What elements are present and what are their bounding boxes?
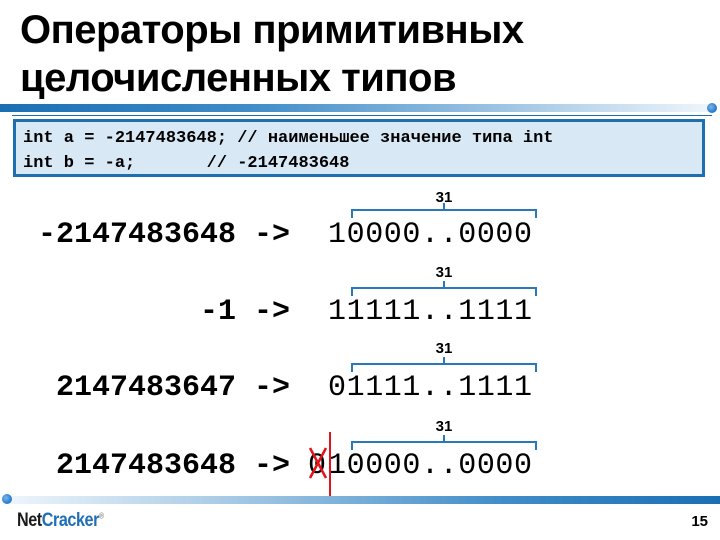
- strike-x-icon: [308, 447, 328, 479]
- slide-title: Операторы примитивных целочисленных типо…: [20, 6, 710, 102]
- overflow-cut-line: [329, 432, 331, 496]
- bit-brace: [351, 203, 537, 218]
- code-line-1: int a = -2147483648; // наименьшее значе…: [23, 129, 554, 148]
- decimal-value: 2147483648 ->: [55, 449, 290, 483]
- decimal-value: 2147483647 ->: [55, 371, 290, 405]
- binary-value: 10000..0000: [328, 449, 533, 483]
- header-divider: [12, 115, 712, 116]
- decimal-value: -1 ->: [199, 295, 290, 329]
- decimal-value: -2147483648 ->: [37, 218, 290, 252]
- decorative-dot-top-right: [707, 103, 717, 113]
- bit-count-label: 31: [435, 418, 453, 435]
- code-line-2: int b = -a; // -2147483648: [23, 154, 350, 173]
- decorative-dot-bottom-left: [2, 494, 12, 504]
- logo-cracker: Cracker: [41, 510, 100, 531]
- page-number: 15: [691, 513, 708, 530]
- title-line-2: целочисленных типов: [20, 56, 457, 100]
- binary-value: 01111..1111: [328, 371, 533, 405]
- binary-value: 11111..1111: [328, 295, 533, 329]
- bit-count-label: 31: [435, 264, 453, 281]
- bit-count-label: 31: [435, 340, 453, 357]
- title-line-1: Операторы примитивных: [20, 8, 524, 52]
- header-gradient-bar: [0, 104, 708, 112]
- footer-gradient-bar: [8, 496, 720, 504]
- logo-net: Net: [17, 510, 42, 531]
- logo-registered: ®: [98, 511, 104, 521]
- binary-value: 10000..0000: [328, 218, 533, 252]
- code-snippet: int a = -2147483648; // наименьшее значе…: [13, 119, 705, 177]
- netcracker-logo: NetCracker®: [17, 510, 104, 532]
